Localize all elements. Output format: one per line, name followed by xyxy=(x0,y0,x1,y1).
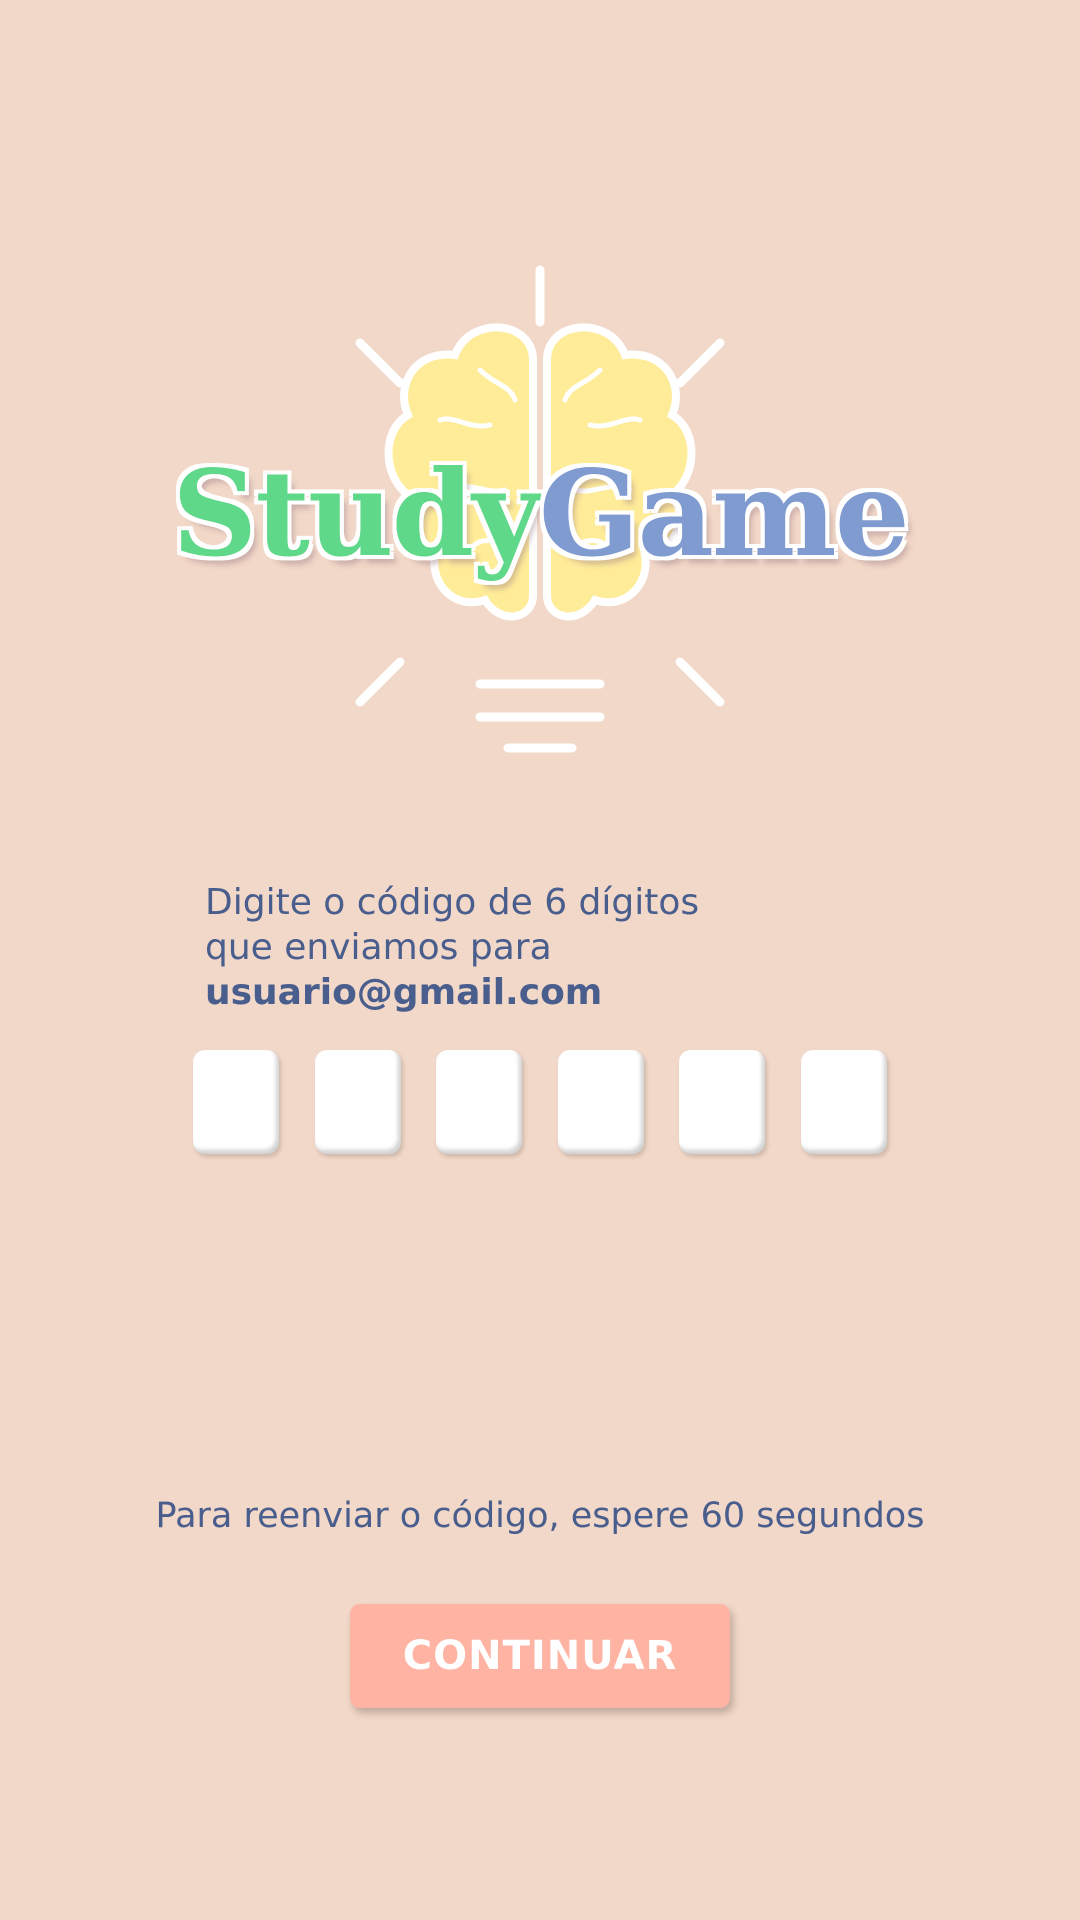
resend-countdown-text: Para reenviar o código, espere 60 segund… xyxy=(155,1496,925,1536)
app-logo: StudyGame xyxy=(150,250,930,770)
logo-wordmark: StudyGame xyxy=(150,453,930,574)
code-digit-5[interactable] xyxy=(679,1050,766,1154)
code-digit-4[interactable] xyxy=(557,1050,644,1154)
code-digit-2[interactable] xyxy=(314,1050,401,1154)
code-digit-1[interactable] xyxy=(193,1050,279,1154)
instruction-line-2: que enviamos para xyxy=(205,927,552,968)
instruction-line-1: Digite o código de 6 dígitos xyxy=(205,882,700,923)
code-digit-3[interactable] xyxy=(436,1050,523,1154)
continue-button[interactable]: CONTINUAR xyxy=(350,1604,730,1708)
code-input-group xyxy=(193,1050,887,1154)
verification-screen: StudyGame Digite o código de 6 dígitos q… xyxy=(0,0,1080,1920)
logo-text-game: Game xyxy=(537,444,911,583)
user-email: usuario@gmail.com xyxy=(205,972,603,1013)
code-digit-6[interactable] xyxy=(800,1050,887,1154)
logo-text-study: Study xyxy=(171,444,543,583)
verification-instructions: Digite o código de 6 dígitos que enviamo… xyxy=(205,880,925,1015)
